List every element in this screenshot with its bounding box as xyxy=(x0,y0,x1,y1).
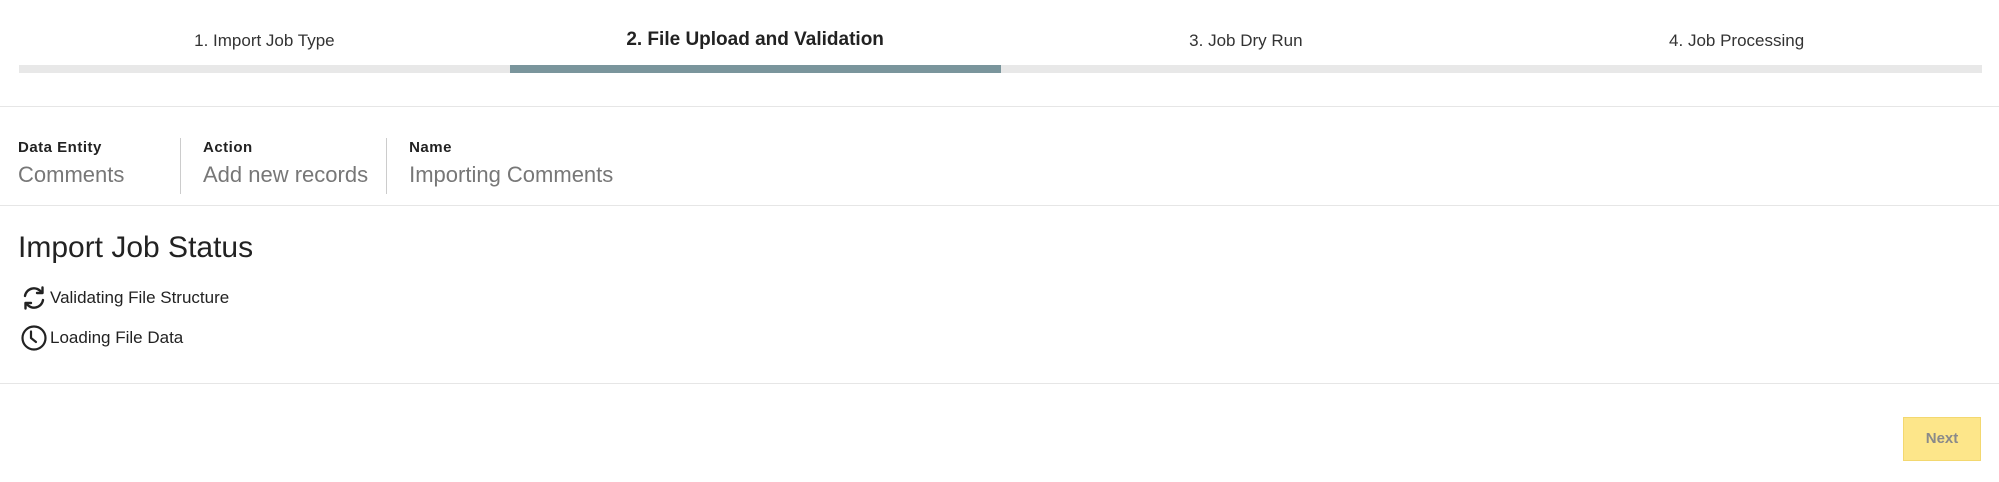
step-progress-bar xyxy=(1491,65,1982,73)
wizard-stepper: 1. Import Job Type 2. File Upload and Va… xyxy=(19,0,1982,74)
step-import-job-type[interactable]: 1. Import Job Type xyxy=(19,0,510,74)
job-summary: Data Entity Comments Action Add new reco… xyxy=(18,138,653,194)
data-entity-value: Comments xyxy=(18,162,125,187)
status-item-loading: Loading File Data xyxy=(20,323,229,353)
data-entity-label: Data Entity xyxy=(18,139,102,156)
import-job-status-title: Import Job Status xyxy=(18,231,254,264)
step-label: 3. Job Dry Run xyxy=(1189,31,1303,50)
step-label: 4. Job Processing xyxy=(1669,31,1805,50)
step-label: 2. File Upload and Validation xyxy=(626,29,884,50)
sync-icon xyxy=(20,284,48,312)
status-list: Validating File Structure Loading File D… xyxy=(20,283,229,363)
status-item-text: Validating File Structure xyxy=(50,288,230,307)
name-label: Name xyxy=(409,139,452,156)
step-label: 1. Import Job Type xyxy=(194,31,335,50)
step-job-processing[interactable]: 4. Job Processing xyxy=(1491,0,1982,74)
name-value: Importing Comments xyxy=(409,162,614,187)
step-file-upload-and-validation[interactable]: 2. File Upload and Validation xyxy=(509,0,1001,74)
step-progress-bar xyxy=(1000,65,1492,73)
action-label: Action xyxy=(203,139,253,156)
summary-name: Name Importing Comments xyxy=(409,138,631,194)
step-progress-bar xyxy=(509,65,1001,73)
summary-action: Action Add new records xyxy=(203,138,388,194)
status-item-text: Loading File Data xyxy=(50,328,184,347)
step-job-dry-run[interactable]: 3. Job Dry Run xyxy=(1000,0,1492,74)
divider xyxy=(0,205,1999,206)
status-item-validating: Validating File Structure xyxy=(20,283,229,313)
divider xyxy=(0,383,1999,384)
next-button[interactable]: Next xyxy=(1903,417,1981,461)
action-value: Add new records xyxy=(203,162,369,187)
step-progress-bar xyxy=(19,65,510,73)
divider xyxy=(0,106,1999,107)
clock-icon xyxy=(20,324,48,352)
summary-data-entity: Data Entity Comments xyxy=(18,138,181,194)
